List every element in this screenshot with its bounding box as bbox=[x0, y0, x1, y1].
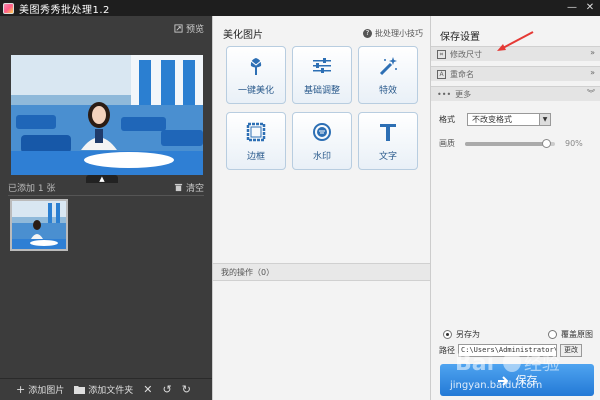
dots-icon: ••• bbox=[437, 89, 452, 99]
save-as-option[interactable]: 另存为 bbox=[443, 329, 480, 340]
change-path-button[interactable]: 更改 bbox=[560, 344, 582, 357]
save-as-radio[interactable] bbox=[443, 330, 452, 339]
tool-label: 一键美化 bbox=[237, 86, 274, 96]
quality-slider-fill bbox=[465, 141, 546, 146]
quality-percent: 90% bbox=[565, 139, 583, 148]
rotate-right-icon[interactable]: ↻ bbox=[182, 383, 191, 396]
right-panel: 保存设置 ⌗ 修改尺寸 » A 重命名 » ••• 更多 ︾ 格式 不改变格式 … bbox=[431, 16, 600, 400]
format-select[interactable]: 不改变格式 ▼ bbox=[467, 113, 551, 126]
format-label: 格式 bbox=[439, 115, 455, 124]
overwrite-label: 覆盖原图 bbox=[561, 330, 593, 339]
added-count-label: 已添加 1 张 bbox=[8, 183, 56, 194]
tool-one-click-beautify[interactable]: 一键美化 bbox=[226, 46, 286, 104]
format-row: 格式 不改变格式 ▼ bbox=[439, 113, 551, 126]
classroom-photo bbox=[11, 55, 203, 175]
close-button[interactable]: ✕ bbox=[584, 2, 596, 14]
rename-section-header[interactable]: A 重命名 » bbox=[431, 66, 600, 81]
quality-label: 画质 bbox=[439, 139, 455, 148]
left-toolbar: + 添加图片 添加文件夹 ✕ ↺ ↻ bbox=[0, 378, 212, 400]
added-row: 已添加 1 张 清空 bbox=[8, 180, 204, 194]
tool-label: 边框 bbox=[246, 152, 265, 162]
quality-slider[interactable] bbox=[465, 138, 555, 148]
preview-icon bbox=[174, 24, 183, 33]
preview-label: 预览 bbox=[185, 25, 204, 35]
crop-icon: ⌗ bbox=[437, 49, 446, 59]
beautify-header: 美化图片 ? 批处理小技巧 bbox=[223, 26, 423, 41]
my-operations-bar: 我的操作（0） bbox=[213, 263, 430, 281]
my-operations-label: 我的操作（0） bbox=[221, 267, 275, 277]
tool-basic-adjust[interactable]: 基础调整 bbox=[292, 46, 352, 104]
rename-a-icon: A bbox=[437, 69, 446, 79]
save-as-label: 另存为 bbox=[456, 330, 480, 339]
clear-button[interactable]: 清空 bbox=[174, 181, 204, 194]
double-chevron-right-icon: » bbox=[590, 68, 595, 77]
path-label: 路径 bbox=[439, 346, 455, 355]
sliders-icon bbox=[310, 54, 334, 78]
tool-grid: 一键美化 基础调整 特效 边框 水印 文字 bbox=[226, 46, 422, 170]
clear-label: 清空 bbox=[185, 183, 204, 194]
rotate-left-icon[interactable]: ↺ bbox=[162, 383, 171, 396]
delete-icon[interactable]: ✕ bbox=[143, 383, 152, 396]
path-row: 路径 C:\Users\Administrator\De 更改 bbox=[439, 344, 582, 357]
trash-icon bbox=[174, 183, 183, 191]
quality-slider-thumb[interactable] bbox=[541, 138, 551, 148]
add-folder-button[interactable]: 添加文件夹 bbox=[74, 383, 133, 396]
format-value: 不改变格式 bbox=[472, 115, 512, 124]
folder-icon bbox=[74, 386, 86, 394]
photo-preview bbox=[11, 55, 203, 175]
minimize-button[interactable]: — bbox=[566, 2, 578, 14]
question-icon: ? bbox=[363, 29, 372, 38]
save-button[interactable]: 保存 bbox=[440, 364, 594, 396]
tool-label: 水印 bbox=[312, 152, 331, 162]
app-logo-icon bbox=[3, 2, 14, 14]
tool-effects[interactable]: 特效 bbox=[358, 46, 418, 104]
plus-icon: + bbox=[16, 383, 26, 396]
frame-icon bbox=[244, 120, 268, 144]
save-mode-row: 另存为 覆盖原图 bbox=[443, 329, 593, 340]
divider bbox=[8, 195, 204, 196]
dropdown-arrow-icon: ▼ bbox=[539, 114, 550, 125]
overwrite-radio[interactable] bbox=[548, 330, 557, 339]
add-image-button[interactable]: + 添加图片 bbox=[16, 383, 64, 396]
save-arrow-icon bbox=[497, 375, 508, 386]
tool-label: 文字 bbox=[378, 152, 397, 162]
middle-panel: 美化图片 ? 批处理小技巧 一键美化 基础调整 特效 边框 水印 文字 我的操作… bbox=[212, 16, 431, 400]
overwrite-option[interactable]: 覆盖原图 bbox=[548, 329, 593, 340]
window-controls: — ✕ bbox=[566, 0, 596, 16]
save-label: 保存 bbox=[515, 374, 538, 387]
quality-row: 画质 90% bbox=[439, 138, 583, 149]
save-settings-title: 保存设置 bbox=[440, 32, 480, 43]
app-title: 美图秀秀批处理1.2 bbox=[19, 4, 110, 16]
tips-label: 批处理小技巧 bbox=[375, 29, 423, 38]
double-chevron-down-icon: ︾ bbox=[587, 89, 595, 98]
more-label: 更多 bbox=[455, 89, 472, 99]
tool-label: 基础调整 bbox=[303, 86, 340, 96]
tool-frame[interactable]: 边框 bbox=[226, 112, 286, 170]
thumbnail-photo bbox=[12, 201, 66, 249]
tulip-icon bbox=[244, 54, 268, 78]
preview-button[interactable]: 预览 bbox=[174, 22, 204, 35]
add-folder-label: 添加文件夹 bbox=[88, 386, 134, 396]
tips-link[interactable]: ? 批处理小技巧 bbox=[363, 28, 423, 39]
tool-label: 特效 bbox=[378, 86, 397, 96]
annotation-arrow-icon bbox=[497, 31, 534, 51]
watermark-stamp-icon bbox=[310, 120, 334, 144]
double-chevron-right-icon: » bbox=[590, 48, 595, 57]
tool-watermark[interactable]: 水印 bbox=[292, 112, 352, 170]
title-bar: 美图秀秀批处理1.2 — ✕ bbox=[0, 0, 600, 16]
text-t-icon bbox=[376, 120, 400, 144]
image-thumbnail[interactable] bbox=[10, 199, 68, 251]
left-panel: 预览 ▲ 已添加 1 张 清空 + 添加图片 添加文件夹 ✕ ↺ ↻ bbox=[0, 16, 212, 400]
rename-label: 重命名 bbox=[450, 69, 474, 79]
resize-label: 修改尺寸 bbox=[450, 49, 482, 59]
tool-text[interactable]: 文字 bbox=[358, 112, 418, 170]
beautify-title: 美化图片 bbox=[223, 30, 263, 41]
path-input[interactable]: C:\Users\Administrator\De bbox=[458, 344, 557, 357]
add-image-label: 添加图片 bbox=[28, 386, 65, 396]
magic-wand-icon bbox=[376, 54, 400, 78]
more-section-header[interactable]: ••• 更多 ︾ bbox=[431, 86, 600, 101]
